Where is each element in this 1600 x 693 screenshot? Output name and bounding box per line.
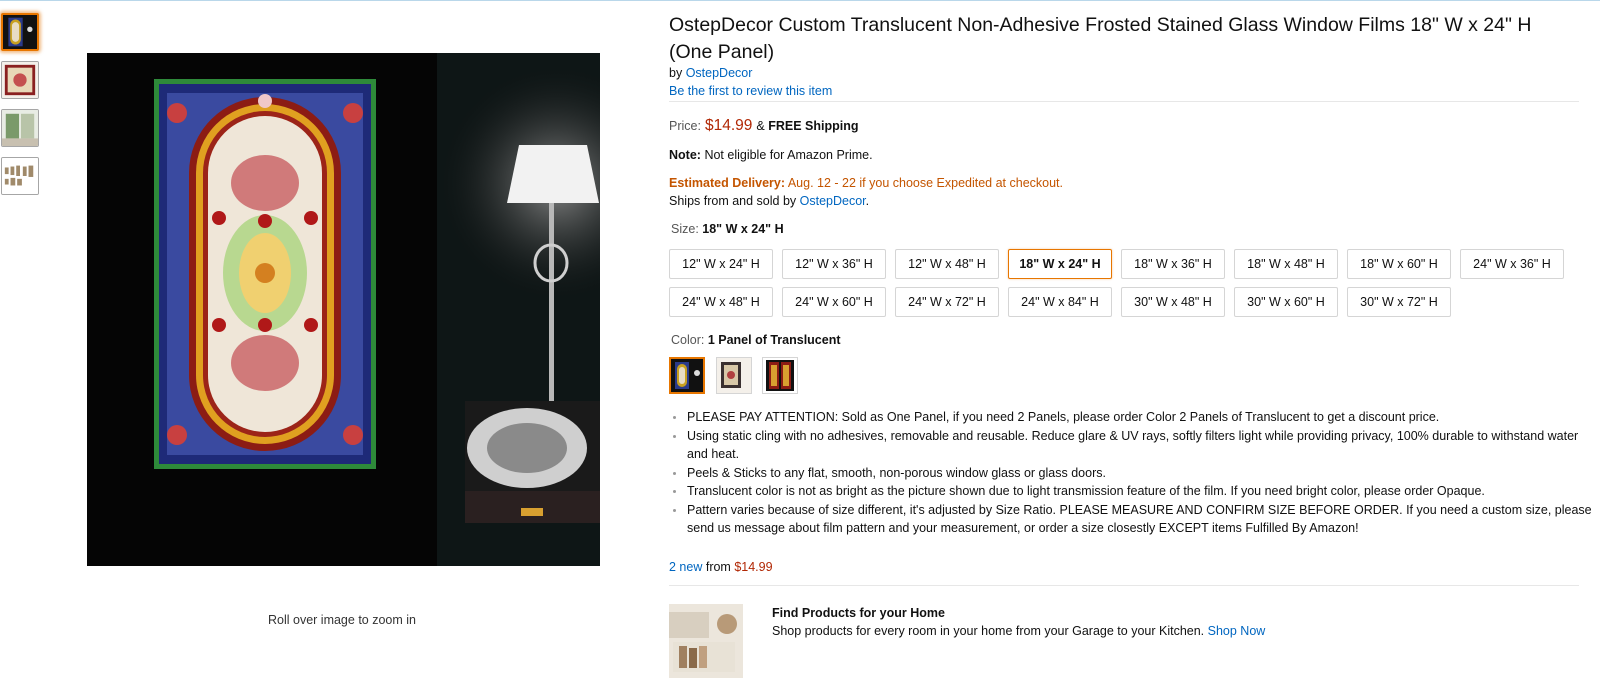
price-row: Price: $14.99 & FREE Shipping [669,117,858,135]
size-option[interactable]: 30" W x 48" H [1121,287,1225,317]
new-offers-link[interactable]: 2 new [669,560,702,574]
size-option[interactable]: 12" W x 36" H [782,249,886,279]
size-option[interactable]: 24" W x 36" H [1460,249,1564,279]
size-option[interactable]: 12" W x 48" H [895,249,999,279]
offers-price: $14.99 [734,560,773,574]
main-product-image[interactable] [87,53,600,566]
swatch-1-panel-translucent[interactable] [669,357,705,394]
ships-suffix: . [865,194,870,208]
note-text: Not eligible for Amazon Prime. [704,148,873,162]
color-label-text: Color: [671,333,705,347]
size-option-selected[interactable]: 18" W x 24" H [1008,249,1112,279]
thumbnail-stained-glass-square[interactable] [1,61,39,99]
estimated-delivery: Estimated Delivery: Aug. 12 - 22 if you … [669,176,1063,190]
ships-prefix: Ships from and sold by [669,194,797,208]
brand-link[interactable]: OstepDecor [686,66,753,80]
byline: by OstepDecor [669,66,752,80]
feature-bullets: PLEASE PAY ATTENTION: Sold as One Panel,… [669,408,1592,538]
size-option[interactable]: 30" W x 60" H [1234,287,1338,317]
divider [669,101,1579,102]
thumbnail-stained-glass-panel[interactable] [1,13,39,51]
size-option[interactable]: 18" W x 36" H [1121,249,1225,279]
promo-title: Find Products for your Home [772,606,945,620]
zoom-hint: Roll over image to zoom in [268,613,416,627]
other-offers: 2 new from $14.99 [669,560,773,574]
color-label: Color: 1 Panel of Translucent [671,333,841,347]
delivery-label: Estimated Delivery: [669,176,786,190]
promo-description: Shop products for every room in your hom… [772,624,1205,638]
price-amp: & [756,119,765,133]
note-label: Note: [669,148,701,162]
promo-text: Shop products for every room in your hom… [772,624,1265,638]
size-option[interactable]: 24" W x 48" H [669,287,773,317]
top-border [0,0,1600,1]
price-label: Price: [669,119,701,133]
by-prefix: by [669,66,683,80]
seller-link[interactable]: OstepDecor [800,194,866,208]
size-option[interactable]: 18" W x 48" H [1234,249,1338,279]
feature-bullet: Pattern varies because of size different… [673,501,1592,538]
size-option[interactable]: 24" W x 72" H [895,287,999,317]
chair [465,401,600,523]
thumbnail-size-chart[interactable] [1,157,39,195]
size-option[interactable]: 18" W x 60" H [1347,249,1451,279]
free-shipping: FREE Shipping [768,119,859,133]
thumbnail-strip [1,13,43,205]
promo-image[interactable] [669,604,743,678]
feature-bullet: PLEASE PAY ATTENTION: Sold as One Panel,… [673,408,1592,427]
ships-from: Ships from and sold by OstepDecor. [669,194,869,208]
feature-bullet: Using static cling with no adhesives, re… [673,427,1592,464]
price-value: $14.99 [704,117,753,134]
size-option[interactable]: 24" W x 84" H [1008,287,1112,317]
stained-glass-panel [154,79,376,469]
shop-now-link[interactable]: Shop Now [1208,624,1266,638]
delivery-text: Aug. 12 - 22 if you choose Expedited at … [787,176,1064,190]
swatch-2-panels-translucent[interactable] [762,357,798,394]
product-title: OstepDecor Custom Translucent Non-Adhesi… [669,14,1532,63]
size-option[interactable]: 30" W x 72" H [1347,287,1451,317]
swatch-opaque[interactable] [716,357,752,394]
review-link[interactable]: Be the first to review this item [669,84,832,98]
divider [669,585,1579,586]
size-selected: 18" W x 24" H [702,222,784,236]
size-label-text: Size: [671,222,699,236]
size-option[interactable]: 24" W x 60" H [782,287,886,317]
size-label: Size: 18" W x 24" H [671,222,784,236]
offers-from: from [705,560,731,574]
feature-bullet: Peels & Sticks to any flat, smooth, non-… [673,464,1592,483]
size-option[interactable]: 12" W x 24" H [669,249,773,279]
feature-bullet: Translucent color is not as bright as th… [673,482,1592,501]
thumbnail-room-window[interactable] [1,109,39,147]
color-selected: 1 Panel of Translucent [707,333,841,347]
prime-note: Note: Not eligible for Amazon Prime. [669,148,873,162]
